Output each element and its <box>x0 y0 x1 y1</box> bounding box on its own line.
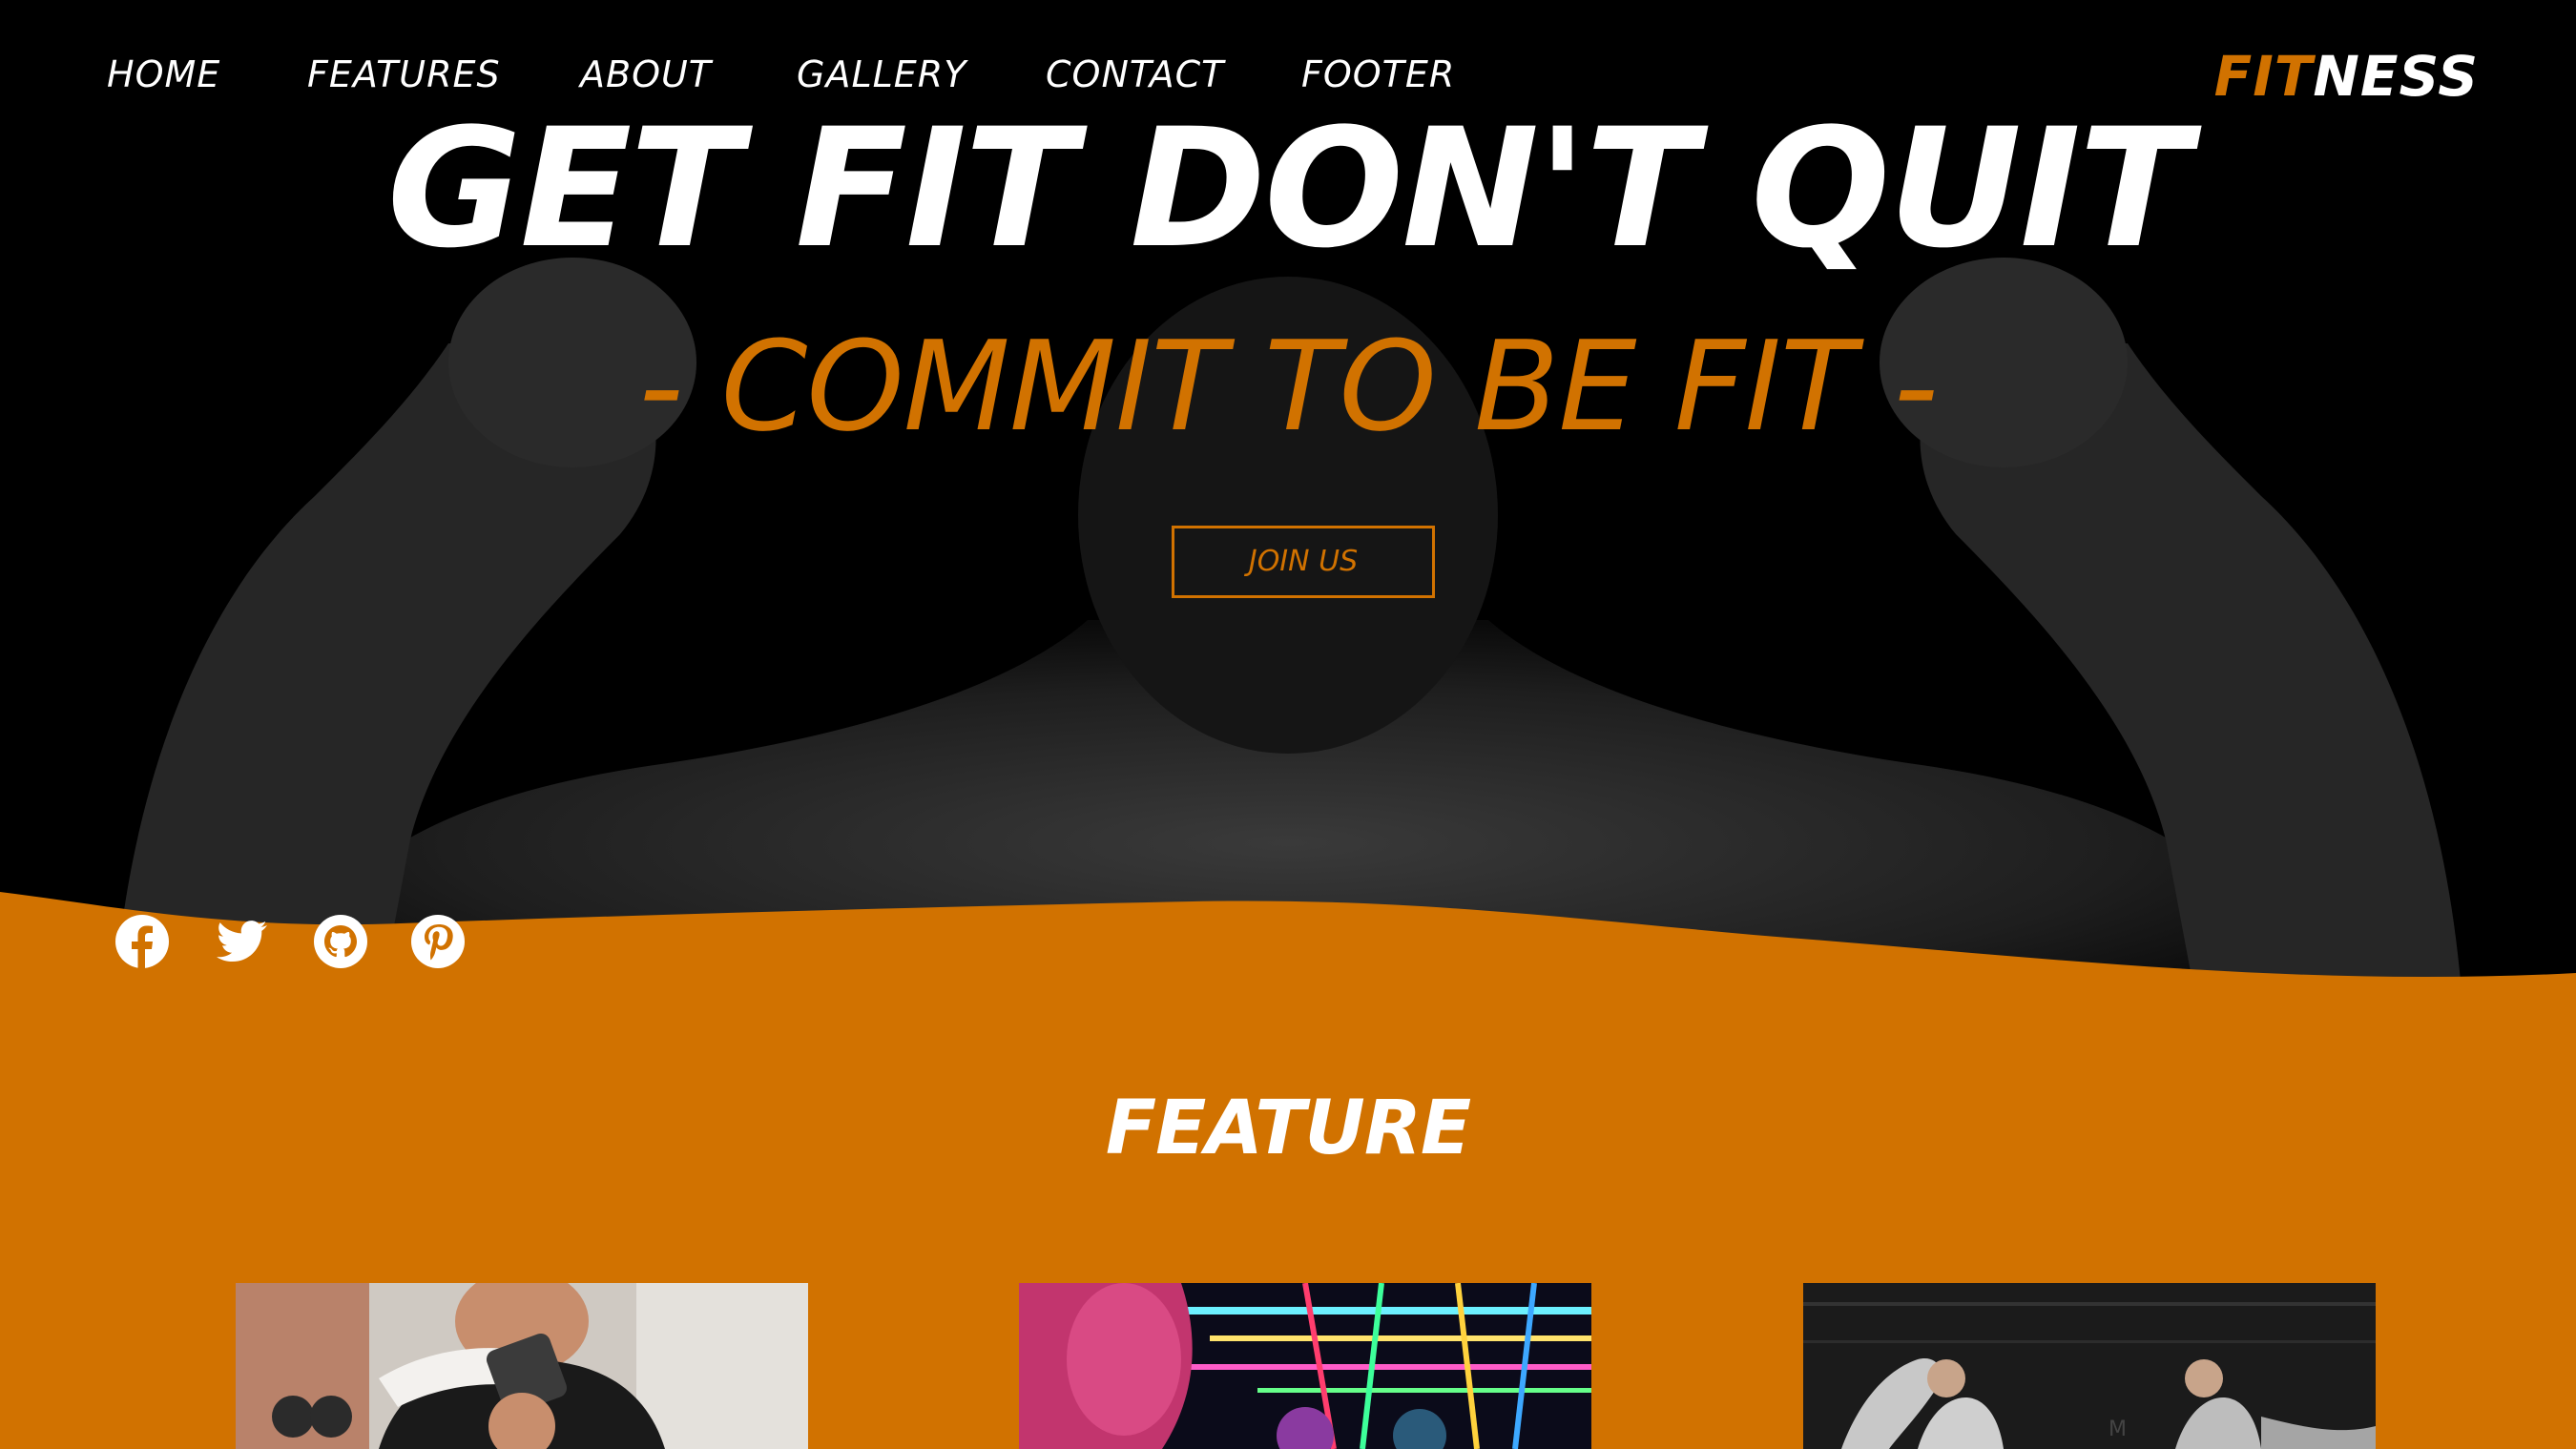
twitter-icon[interactable] <box>214 914 269 969</box>
svg-text:M: M <box>2109 1418 2127 1441</box>
logo-fit: FIT <box>2213 44 2314 109</box>
hero-headline: GET FIT DON'T QUIT <box>386 93 2192 284</box>
nav-about[interactable]: ABOUT <box>580 53 712 95</box>
hero-subline: - COMMIT TO BE FIT - <box>638 314 1938 459</box>
logo-ness: NESS <box>2313 44 2479 109</box>
feature-card-image-2 <box>1019 1283 1591 1449</box>
feature-card-image-1 <box>236 1283 808 1449</box>
facebook-icon[interactable] <box>114 914 170 969</box>
join-us-button[interactable]: JOIN US <box>1172 526 1435 598</box>
brand-logo[interactable]: FITNESS <box>2214 44 2479 109</box>
nav-features[interactable]: FEATURES <box>307 53 501 95</box>
nav-home[interactable]: HOME <box>107 53 220 95</box>
github-icon[interactable] <box>313 914 368 969</box>
feature-heading: FEATURE <box>1105 1086 1471 1171</box>
pinterest-icon[interactable] <box>410 914 466 969</box>
nav-footer[interactable]: FOOTER <box>1301 53 1455 95</box>
nav-contact[interactable]: CONTACT <box>1046 53 1224 95</box>
feature-card-image-3: M <box>1803 1283 2376 1449</box>
nav-gallery[interactable]: GALLERY <box>797 53 966 95</box>
